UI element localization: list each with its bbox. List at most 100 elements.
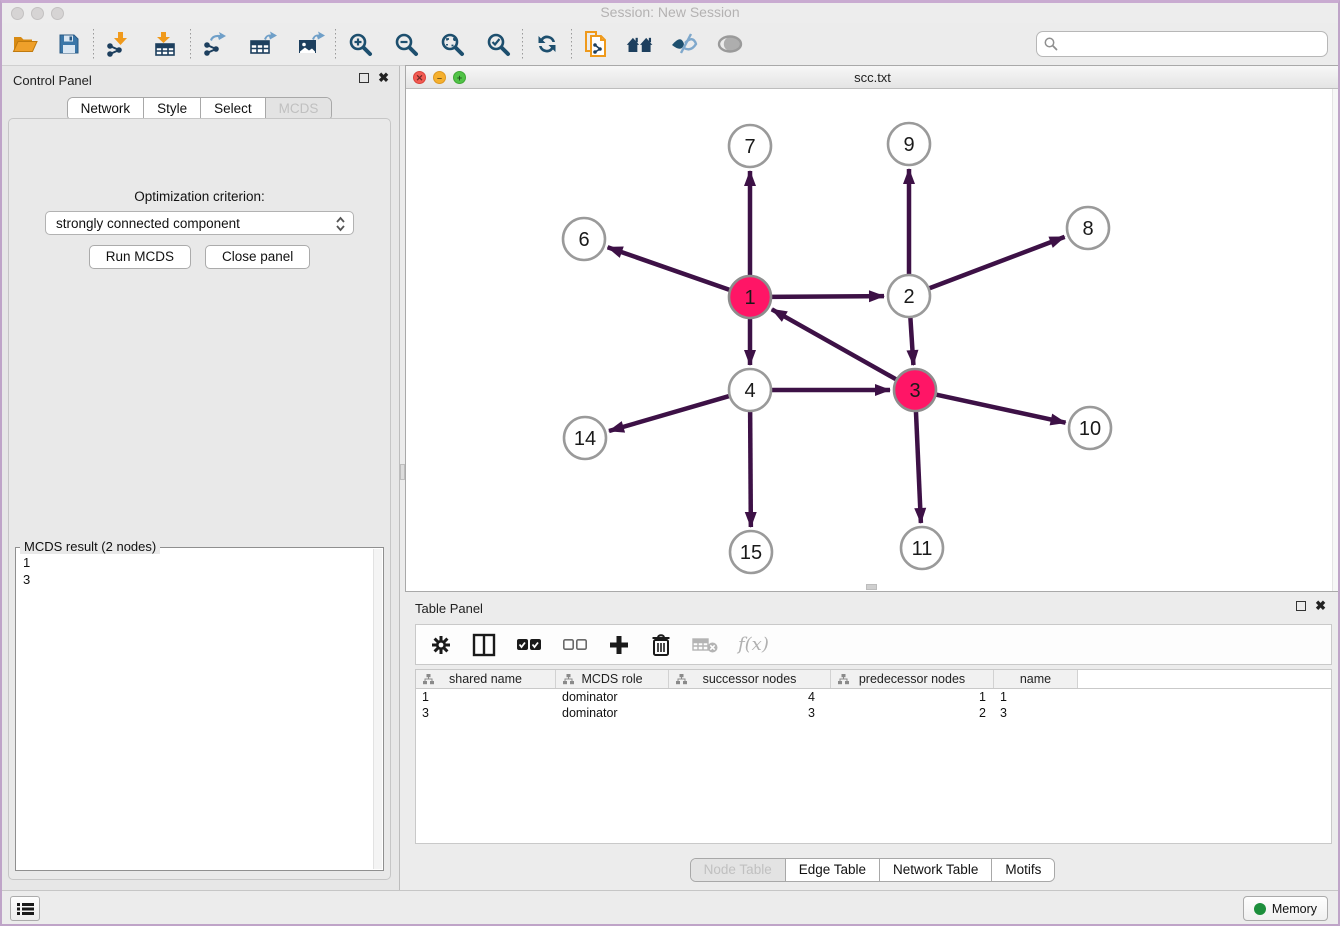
criterion-value: strongly connected component	[56, 216, 240, 231]
column-header-filler	[1078, 670, 1331, 688]
open-file-icon[interactable]	[10, 29, 40, 59]
cell-MCDS-role[interactable]: dominator	[556, 689, 669, 705]
cell-MCDS-role[interactable]: dominator	[556, 705, 669, 721]
column-header-name[interactable]: name	[994, 670, 1078, 688]
cell-name[interactable]: 3	[994, 705, 1078, 721]
cell-successor-nodes[interactable]: 3	[669, 705, 831, 721]
table-tab-node-table[interactable]: Node Table	[691, 859, 786, 881]
graph-edge-3-11[interactable]	[916, 409, 921, 523]
cell-successor-nodes[interactable]: 4	[669, 689, 831, 705]
mcds-result-text[interactable]: 13	[17, 549, 373, 869]
cell-shared-name[interactable]: 3	[416, 705, 556, 721]
export-network-icon[interactable]	[200, 29, 230, 59]
network-window-titlebar[interactable]: ✕ – + scc.txt	[406, 66, 1339, 89]
graph-edge-2-3[interactable]	[910, 315, 913, 365]
table-settings-icon[interactable]	[430, 634, 452, 656]
float-panel-icon[interactable]	[359, 73, 369, 83]
tab-network[interactable]: Network	[68, 98, 145, 120]
table-tab-edge-table[interactable]: Edge Table	[786, 859, 880, 881]
select-stepper-icon	[335, 215, 346, 236]
network-canvas[interactable]: 7968124314101511	[406, 89, 1339, 591]
graph-edge-4-14[interactable]	[609, 395, 732, 431]
toolbar-separator	[190, 29, 191, 59]
memory-button[interactable]: Memory	[1243, 896, 1328, 921]
cell-predecessor-nodes[interactable]: 2	[831, 705, 994, 721]
cell-predecessor-nodes[interactable]: 1	[831, 689, 994, 705]
list-icon	[17, 902, 34, 916]
memory-status-icon	[1254, 903, 1266, 915]
graph-edge-3-10[interactable]	[934, 394, 1066, 423]
table-row[interactable]: 1dominator411	[416, 689, 1331, 705]
float-table-panel-icon[interactable]	[1296, 601, 1306, 611]
window-title: Session: New Session	[0, 4, 1340, 20]
graph-edge-4-15[interactable]	[750, 409, 751, 527]
table-tab-network-table[interactable]: Network Table	[880, 859, 992, 881]
network-graph[interactable]: 7968124314101511	[406, 89, 1334, 591]
deselect-all-check-icon[interactable]	[562, 637, 588, 653]
show-columns-icon[interactable]	[472, 633, 496, 657]
add-row-icon[interactable]	[608, 634, 630, 656]
network-bottom-grip[interactable]	[866, 584, 877, 590]
select-all-check-icon[interactable]	[516, 637, 542, 653]
result-scrollbar[interactable]	[373, 549, 382, 869]
node-table[interactable]: shared nameMCDS rolesuccessor nodesprede…	[415, 669, 1332, 844]
table-row[interactable]: 3dominator323	[416, 705, 1331, 721]
import-network-icon[interactable]	[103, 29, 133, 59]
network-vertical-scrollbar[interactable]	[1332, 89, 1339, 591]
import-table-icon[interactable]	[151, 29, 181, 59]
graph-edge-2-8[interactable]	[927, 237, 1065, 289]
graph-edge-1-2[interactable]	[769, 296, 884, 297]
clone-network-icon[interactable]	[581, 29, 611, 59]
result-line: 3	[23, 571, 373, 588]
table-header-row[interactable]: shared nameMCDS rolesuccessor nodesprede…	[416, 670, 1331, 689]
delete-row-icon[interactable]	[650, 633, 672, 657]
graph-edge-1-6[interactable]	[608, 247, 732, 290]
control-panel-title: Control Panel	[13, 73, 92, 88]
zoom-fit-icon[interactable]	[437, 29, 467, 59]
column-header-successor-nodes[interactable]: successor nodes	[669, 670, 831, 688]
app-window: Session: New Session	[0, 0, 1340, 926]
toolbar-separator	[93, 29, 94, 59]
export-image-icon[interactable]	[296, 29, 326, 59]
table-tab-motifs[interactable]: Motifs	[992, 859, 1054, 881]
search-icon	[1043, 36, 1059, 52]
tab-mcds[interactable]: MCDS	[266, 98, 332, 120]
run-mcds-button[interactable]: Run MCDS	[89, 245, 191, 269]
criterion-select[interactable]: strongly connected component	[45, 211, 354, 235]
close-panel-icon[interactable]: ✖	[378, 73, 389, 83]
cell-name[interactable]: 1	[994, 689, 1078, 705]
tab-select[interactable]: Select	[201, 98, 266, 120]
graph-node-label: 10	[1079, 418, 1101, 440]
search-input[interactable]	[1036, 31, 1328, 57]
close-table-panel-icon[interactable]: ✖	[1315, 601, 1326, 611]
mcds-result-box: MCDS result (2 nodes) 13	[15, 547, 384, 871]
graph-node-label: 15	[740, 542, 762, 564]
birds-eye-view-icon[interactable]	[715, 29, 745, 59]
hide-graphics-details-icon[interactable]	[669, 29, 699, 59]
cell-shared-name[interactable]: 1	[416, 689, 556, 705]
column-header-MCDS-role[interactable]: MCDS role	[556, 670, 669, 688]
refresh-view-icon[interactable]	[532, 29, 562, 59]
tab-style[interactable]: Style	[144, 98, 201, 120]
memory-label: Memory	[1272, 902, 1317, 916]
export-table-icon[interactable]	[248, 29, 278, 59]
column-header-shared-name[interactable]: shared name	[416, 670, 556, 688]
zoom-selected-icon[interactable]	[483, 29, 513, 59]
control-panel: Control Panel ✖ NetworkStyleSelectMCDS O…	[0, 66, 399, 890]
column-header-predecessor-nodes[interactable]: predecessor nodes	[831, 670, 994, 688]
graph-node-label: 7	[744, 136, 755, 158]
toolbar-separator	[571, 29, 572, 59]
graph-node-label: 14	[574, 428, 596, 450]
function-builder-icon: f(x)	[738, 634, 769, 655]
home-icon[interactable]	[625, 29, 655, 59]
delete-table-disabled-icon	[692, 636, 718, 654]
zoom-in-icon[interactable]	[345, 29, 375, 59]
close-panel-button[interactable]: Close panel	[205, 245, 310, 269]
save-session-icon[interactable]	[54, 29, 84, 59]
zoom-out-icon[interactable]	[391, 29, 421, 59]
network-window-title: scc.txt	[406, 70, 1339, 85]
optimization-criterion-label: Optimization criterion:	[9, 189, 390, 204]
show-panels-menu-button[interactable]	[10, 896, 40, 921]
graph-edge-3-1[interactable]	[772, 309, 899, 380]
graph-node-label: 3	[909, 380, 920, 402]
